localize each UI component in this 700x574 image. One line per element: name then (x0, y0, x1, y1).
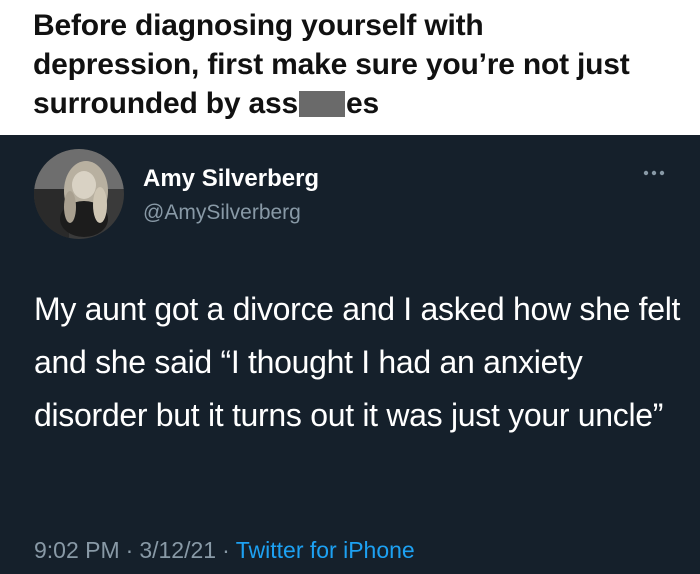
profile-photo (34, 149, 124, 239)
user-handle[interactable]: @AmySilverberg (143, 201, 301, 225)
caption-text: Before diagnosing yourself with depressi… (33, 6, 683, 123)
display-name[interactable]: Amy Silverberg (143, 165, 319, 193)
tweet-metadata: 9:02 PM · 3/12/21 · Twitter for iPhone (34, 537, 415, 564)
separator-dot: · (222, 537, 230, 563)
separator-dot: · (125, 537, 134, 563)
tweet-date[interactable]: 3/12/21 (139, 537, 216, 563)
caption-line-3-start: surrounded by ass (33, 87, 299, 120)
caption-line-2: depression, first make sure you’re not j… (33, 48, 630, 81)
tweet-source-link[interactable]: Twitter for iPhone (236, 537, 415, 563)
caption-line-3-end: es (346, 87, 379, 120)
more-options-icon[interactable] (640, 163, 668, 183)
caption-line-1: Before diagnosing yourself with (33, 9, 484, 42)
tweet-time[interactable]: 9:02 PM (34, 537, 120, 563)
meme-caption: Before diagnosing yourself with depressi… (0, 0, 700, 135)
censor-block (299, 91, 346, 117)
tweet-card: Amy Silverberg @AmySilverberg My aunt go… (0, 135, 700, 574)
tweet-text: My aunt got a divorce and I asked how sh… (34, 291, 681, 433)
avatar[interactable] (34, 149, 124, 239)
